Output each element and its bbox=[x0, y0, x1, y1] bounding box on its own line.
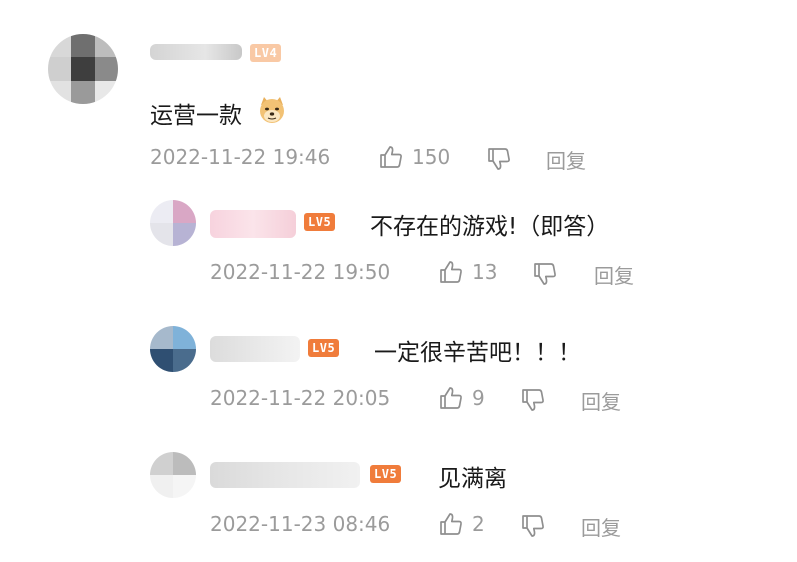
level-badge: LV5 bbox=[304, 213, 336, 231]
level-badge: LV5 bbox=[370, 465, 402, 483]
comment-text: 见满离 bbox=[438, 466, 507, 492]
reply-button[interactable]: 回复 bbox=[594, 260, 634, 289]
avatar[interactable] bbox=[150, 200, 196, 246]
comment-text: 运营一款 bbox=[150, 96, 242, 130]
timestamp: 2022-11-22 19:50 bbox=[210, 260, 391, 284]
avatar[interactable] bbox=[150, 326, 196, 372]
reply-button[interactable]: 回复 bbox=[581, 512, 621, 541]
level-badge: LV4 bbox=[250, 44, 282, 62]
thumbs-down-icon[interactable] bbox=[520, 513, 546, 539]
thumbs-up-icon[interactable] bbox=[378, 144, 404, 170]
reply-button[interactable]: 回复 bbox=[581, 386, 621, 415]
like-count: 13 bbox=[472, 260, 498, 284]
doge-face-icon bbox=[256, 94, 288, 126]
comment-text-body: 运营一款 bbox=[150, 103, 242, 129]
thumbs-up-icon[interactable] bbox=[438, 385, 464, 411]
thumbs-down-icon[interactable] bbox=[520, 387, 546, 413]
timestamp: 2022-11-23 08:46 bbox=[210, 512, 391, 536]
reply-button[interactable]: 回复 bbox=[546, 145, 586, 174]
avatar[interactable] bbox=[150, 452, 196, 498]
comment-text: 不存在的游戏!（即答） bbox=[370, 214, 610, 240]
thumbs-up-icon[interactable] bbox=[438, 511, 464, 537]
like-count: 2 bbox=[472, 512, 485, 536]
username-blurred[interactable] bbox=[210, 210, 296, 238]
timestamp: 2022-11-22 19:46 bbox=[150, 145, 331, 169]
like-count: 150 bbox=[412, 145, 451, 169]
thumbs-up-icon[interactable] bbox=[438, 259, 464, 285]
like-count: 9 bbox=[472, 386, 485, 410]
thumbs-down-icon[interactable] bbox=[532, 261, 558, 287]
username-blurred[interactable] bbox=[150, 44, 242, 60]
level-badge: LV5 bbox=[308, 339, 340, 357]
avatar[interactable] bbox=[48, 34, 118, 104]
timestamp: 2022-11-22 20:05 bbox=[210, 386, 391, 410]
thumbs-down-icon[interactable] bbox=[486, 146, 512, 172]
comment-text: 一定很辛苦吧！！！ bbox=[374, 340, 581, 366]
username-blurred[interactable] bbox=[210, 336, 300, 362]
username-blurred[interactable] bbox=[210, 462, 360, 488]
